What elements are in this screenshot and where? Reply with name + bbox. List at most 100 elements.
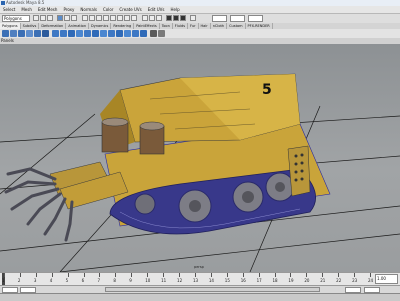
menu-create-uvs[interactable]: Create UVs (116, 6, 144, 13)
frame-tick (67, 273, 69, 277)
history-icon[interactable] (190, 15, 196, 21)
poly-cube-icon[interactable] (10, 30, 17, 37)
menu-edit-uvs[interactable]: Edit UVs (145, 6, 168, 13)
frame-tick (258, 273, 260, 277)
rear-grille (287, 145, 311, 197)
frame-tick-label: 11 (161, 278, 167, 283)
frame-tick (242, 273, 244, 277)
append-polygon-icon[interactable] (84, 30, 91, 37)
frame-tick-label: 13 (192, 278, 199, 283)
render-settings-icon[interactable] (180, 15, 186, 21)
frame-tick-label: 15 (224, 278, 230, 283)
render-icon[interactable] (166, 15, 172, 21)
frame-tick (163, 273, 165, 277)
freeze-transform-icon[interactable] (158, 30, 165, 37)
split-polygon-icon[interactable] (92, 30, 99, 37)
mask-icon[interactable] (96, 15, 102, 21)
save-scene-icon[interactable] (47, 15, 53, 21)
main-menu-bar: Select Mesh Edit Mesh Proxy Normals Color Crea… (0, 6, 400, 14)
reduce-icon[interactable] (124, 30, 131, 37)
menu-normals[interactable]: Normals (77, 6, 100, 13)
input-field[interactable] (230, 15, 245, 22)
frame-tick (115, 273, 117, 277)
range-bar[interactable] (105, 287, 320, 292)
frame-tick-label: 21 (320, 278, 326, 283)
open-scene-icon[interactable] (40, 15, 46, 21)
frame-tick-label: 8 (113, 278, 116, 283)
frame-tick-label: 3 (33, 278, 37, 283)
frame-tick (274, 273, 276, 277)
menu-mesh[interactable]: Mesh (18, 6, 35, 13)
frame-tick (4, 273, 5, 277)
frame-tick-label: 24 (368, 278, 374, 283)
select-by-object-icon[interactable] (64, 15, 70, 21)
frame-tick-label: 19 (288, 278, 294, 283)
mask-icon[interactable] (103, 15, 109, 21)
mask-icon[interactable] (117, 15, 123, 21)
frame-tick-label: 7 (97, 278, 101, 283)
bridge-icon[interactable] (76, 30, 83, 37)
mask-icon[interactable] (131, 15, 137, 21)
frame-tick (131, 273, 133, 277)
frame-tick (370, 273, 371, 277)
frame-tick-label: 9 (129, 278, 132, 283)
frame-tick-label: 18 (272, 278, 278, 283)
extrude-icon[interactable] (68, 30, 75, 37)
menu-color[interactable]: Color (100, 6, 116, 13)
mask-icon[interactable] (89, 15, 95, 21)
select-by-hierarchy-icon[interactable] (57, 15, 63, 21)
poly-plane-icon[interactable] (34, 30, 41, 37)
history-icon[interactable] (150, 30, 157, 37)
menu-set-dropdown[interactable]: Polygons (2, 15, 30, 22)
snap-point-icon[interactable] (156, 15, 162, 21)
frame-tick (322, 273, 324, 277)
select-by-component-icon[interactable] (71, 15, 77, 21)
perspective-viewport[interactable]: 5 persp (0, 44, 400, 272)
frame-tick-label: 1 (2, 278, 5, 283)
current-time-field[interactable]: 1.00 (375, 274, 398, 284)
separate-icon[interactable] (60, 30, 67, 37)
frame-tick-label: 6 (81, 278, 85, 283)
bevel-icon[interactable] (108, 30, 115, 37)
input-field[interactable] (212, 15, 227, 22)
frame-tick-label: 12 (177, 278, 183, 283)
frame-tick (338, 273, 340, 277)
frame-tick-label: 23 (352, 278, 358, 283)
menu-edit-mesh[interactable]: Edit Mesh (35, 6, 61, 13)
mask-icon[interactable] (124, 15, 130, 21)
frame-tick-label: 20 (304, 278, 310, 283)
frame-tick-label: 16 (240, 278, 246, 283)
mask-icon[interactable] (82, 15, 88, 21)
mirror-icon[interactable] (132, 30, 139, 37)
menu-select[interactable]: Select (0, 6, 18, 13)
scene-canvas: 5 (0, 73, 400, 272)
poly-torus-icon[interactable] (42, 30, 49, 37)
uv-editor-icon[interactable] (140, 30, 147, 37)
frame-tick (51, 273, 53, 277)
menu-proxy[interactable]: Proxy (60, 6, 77, 13)
combine-icon[interactable] (52, 30, 59, 37)
hull-number: 5 (262, 82, 272, 98)
frame-tick (83, 273, 85, 277)
time-slider[interactable]: 1.00 1 2 3 4 5 6 7 8 9 10 11 12 13 14 15 16 17 18 19 20 21 22… (0, 272, 400, 285)
frame-tick (194, 273, 196, 277)
snap-grid-icon[interactable] (142, 15, 148, 21)
menu-help[interactable]: Help (168, 6, 183, 13)
mask-icon[interactable] (110, 15, 116, 21)
frame-tick-label: 17 (256, 278, 262, 283)
frame-tick (306, 273, 308, 277)
frame-tick-label: 22 (336, 278, 342, 283)
frame-tick (179, 273, 181, 277)
ipr-render-icon[interactable] (173, 15, 179, 21)
poly-sphere-icon[interactable] (2, 30, 9, 37)
poly-cone-icon[interactable] (26, 30, 33, 37)
poly-cylinder-icon[interactable] (18, 30, 25, 37)
frame-tick-label: 2 (17, 278, 21, 283)
smooth-icon[interactable] (116, 30, 123, 37)
insert-edge-loop-icon[interactable] (100, 30, 107, 37)
frame-tick (19, 273, 21, 277)
snap-curve-icon[interactable] (149, 15, 155, 21)
input-field[interactable] (248, 15, 263, 22)
new-scene-icon[interactable] (33, 15, 39, 21)
frame-tick (147, 273, 149, 277)
